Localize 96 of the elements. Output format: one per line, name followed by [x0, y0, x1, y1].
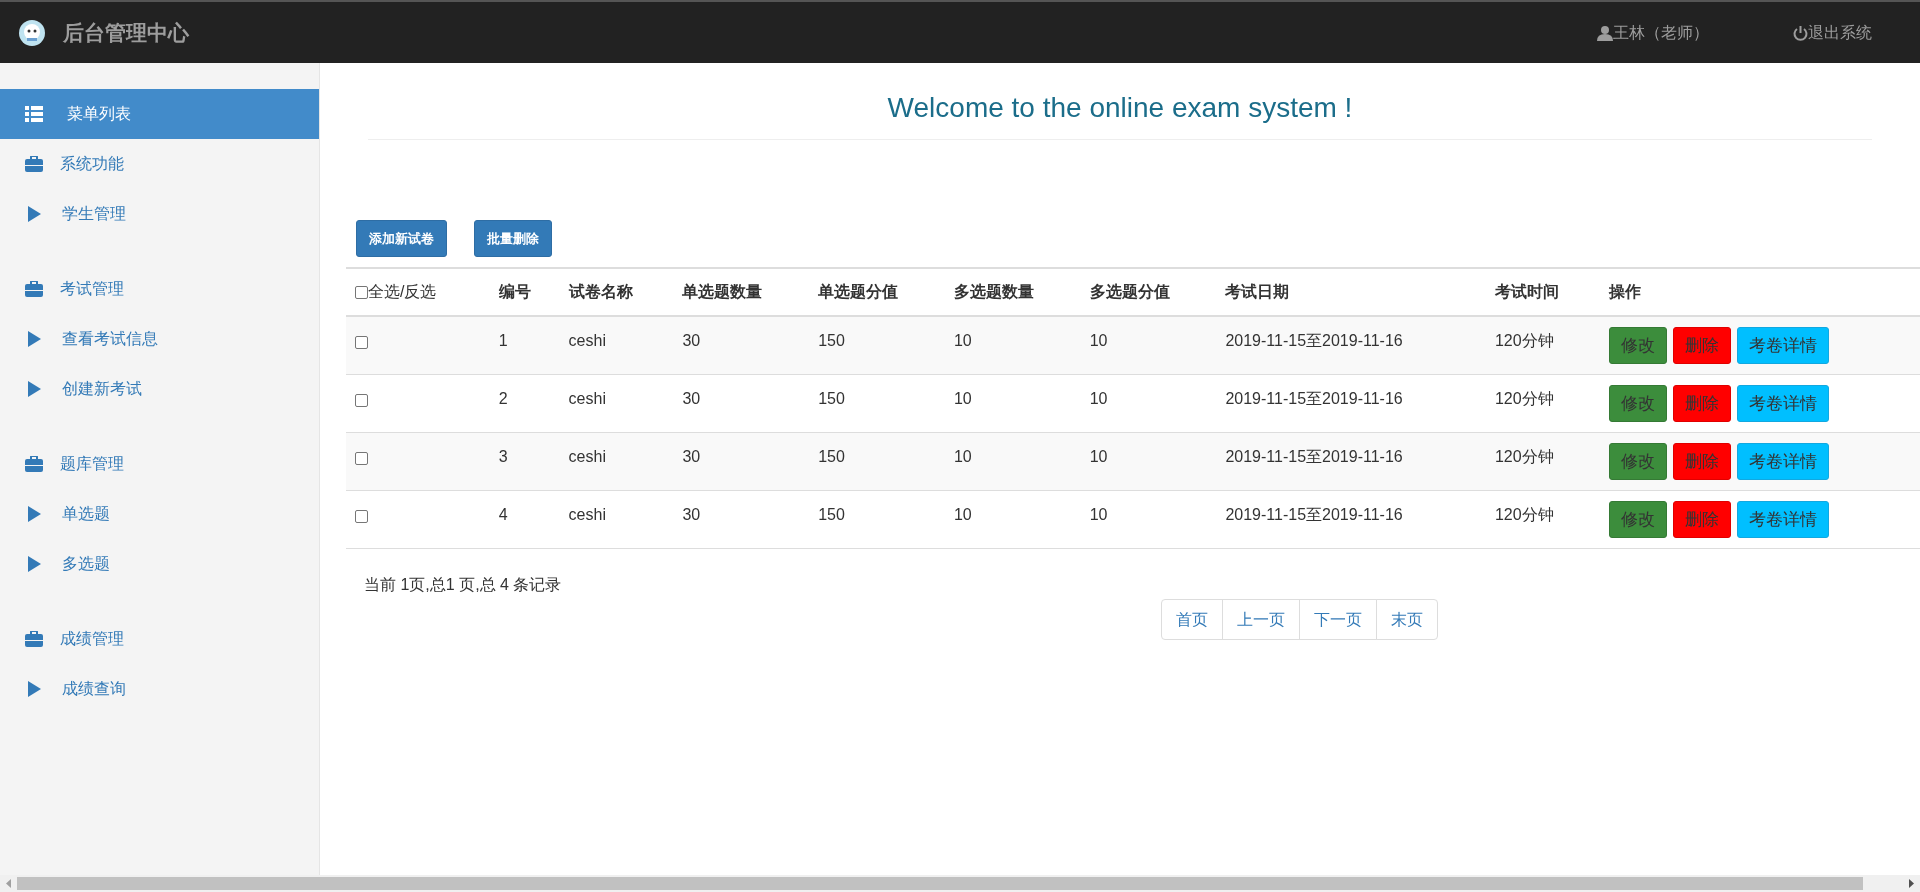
table-cell: 10 — [1089, 332, 1108, 349]
menu-item[interactable]: 查看考试信息 — [0, 314, 319, 364]
horizontal-scrollbar[interactable] — [0, 875, 1920, 892]
table-cell: 120分钟 — [1494, 332, 1554, 349]
table-cell: 150 — [818, 332, 845, 349]
column-header: 单选题分值 — [818, 283, 899, 300]
toolbar-button[interactable]: 添加新试卷 — [356, 220, 447, 257]
details-button[interactable]: 考卷详情 — [1736, 385, 1829, 422]
table-cell: 2019-11-15至2019-11-16 — [1225, 332, 1403, 349]
table-cell: 150 — [818, 390, 845, 407]
edit-button[interactable]: 修改 — [1608, 327, 1667, 364]
menu-group-header[interactable]: 系统功能 — [0, 139, 319, 189]
pagination-summary: 当前 1页,总1 页,总 4 条记录 — [364, 576, 562, 593]
menu-item[interactable]: 创建新考试 — [0, 364, 319, 414]
table-cell: ceshi — [568, 506, 606, 523]
menu-group-header[interactable]: 题库管理 — [0, 439, 319, 489]
table-cell: 4 — [498, 506, 508, 523]
play-icon — [27, 681, 41, 697]
checkbox[interactable] — [355, 285, 368, 299]
details-button[interactable]: 考卷详情 — [1736, 327, 1829, 364]
table-cell: 30 — [682, 448, 701, 465]
table-cell: 1 — [498, 332, 508, 349]
column-header: 考试日期 — [1225, 283, 1290, 300]
table-cell: 3 — [498, 448, 508, 465]
table-cell: 10 — [1089, 506, 1108, 523]
toolbar-button[interactable]: 批量删除 — [474, 220, 552, 257]
checkbox[interactable] — [355, 452, 368, 465]
details-button[interactable]: 考卷详情 — [1736, 501, 1829, 538]
briefcase-icon — [25, 456, 43, 472]
column-header: 操作 — [1608, 283, 1641, 300]
power-icon — [1793, 24, 1808, 41]
table-cell: 2019-11-15至2019-11-16 — [1225, 390, 1403, 407]
menu-list-header[interactable]: 菜单列表 — [0, 89, 319, 139]
user-icon — [1597, 24, 1613, 41]
delete-button[interactable]: 删除 — [1672, 443, 1731, 480]
menu-item[interactable]: 单选题 — [0, 489, 319, 539]
menu-group-header[interactable]: 考试管理 — [0, 264, 319, 314]
table-cell: 150 — [818, 448, 845, 465]
table-cell: 10 — [1089, 448, 1108, 465]
delete-button[interactable]: 删除 — [1672, 327, 1731, 364]
column-header: 多选题数量 — [953, 283, 1034, 300]
table-cell: 10 — [953, 506, 972, 523]
briefcase-icon — [25, 631, 43, 647]
play-icon — [27, 506, 41, 522]
column-header: 多选题分值 — [1089, 283, 1170, 300]
select-all-label: 全选/反选 — [368, 282, 437, 302]
logout-link[interactable]: 退出系统 — [1793, 20, 1872, 45]
play-icon — [27, 206, 41, 222]
table-cell: 30 — [682, 506, 701, 523]
page-link[interactable]: 首页 — [1161, 599, 1223, 640]
table-cell: 2 — [498, 390, 508, 407]
edit-button[interactable]: 修改 — [1608, 501, 1667, 538]
edit-button[interactable]: 修改 — [1608, 443, 1667, 480]
checkbox[interactable] — [355, 394, 368, 407]
menu-group-header[interactable]: 成绩管理 — [0, 614, 319, 664]
table-cell: 10 — [953, 448, 972, 465]
table-cell: ceshi — [568, 448, 606, 465]
list-icon — [25, 106, 43, 122]
menu-item[interactable]: 成绩查询 — [0, 664, 319, 714]
play-icon — [27, 331, 41, 347]
play-icon — [27, 556, 41, 572]
table-cell: 2019-11-15至2019-11-16 — [1225, 448, 1403, 465]
table-cell: 2019-11-15至2019-11-16 — [1225, 506, 1403, 523]
table-cell: ceshi — [568, 390, 606, 407]
table-cell: 30 — [682, 390, 701, 407]
page-link[interactable]: 末页 — [1376, 599, 1438, 640]
delete-button[interactable]: 删除 — [1672, 385, 1731, 422]
column-header: 考试时间 — [1494, 283, 1559, 300]
page-link[interactable]: 下一页 — [1299, 599, 1377, 640]
welcome-heading: Welcome to the online exam system ! — [887, 91, 1353, 125]
delete-button[interactable]: 删除 — [1672, 501, 1731, 538]
user-link[interactable]: 王林（老师） — [1597, 20, 1709, 45]
checkbox[interactable] — [355, 510, 368, 523]
column-header: 单选题数量 — [682, 283, 763, 300]
table-cell: 120分钟 — [1494, 506, 1554, 523]
table-cell: 120分钟 — [1494, 390, 1554, 407]
column-header: 编号 — [498, 283, 531, 300]
details-button[interactable]: 考卷详情 — [1736, 443, 1829, 480]
menu-item[interactable]: 多选题 — [0, 539, 319, 589]
table-cell: 10 — [1089, 390, 1108, 407]
table-cell: 150 — [818, 506, 845, 523]
cartoon-logo-icon — [19, 19, 45, 46]
briefcase-icon — [25, 281, 43, 297]
app-title: 后台管理中心 — [63, 19, 189, 46]
table-cell: ceshi — [568, 332, 606, 349]
table-cell: 120分钟 — [1494, 448, 1554, 465]
table-cell: 30 — [682, 332, 701, 349]
play-icon — [27, 381, 41, 397]
table-cell: 10 — [953, 390, 972, 407]
menu-item[interactable]: 学生管理 — [0, 189, 319, 239]
checkbox[interactable] — [355, 336, 368, 349]
edit-button[interactable]: 修改 — [1608, 385, 1667, 422]
column-header: 试卷名称 — [568, 283, 633, 300]
table-cell: 10 — [953, 332, 972, 349]
page-link[interactable]: 上一页 — [1222, 599, 1300, 640]
briefcase-icon — [25, 156, 43, 172]
